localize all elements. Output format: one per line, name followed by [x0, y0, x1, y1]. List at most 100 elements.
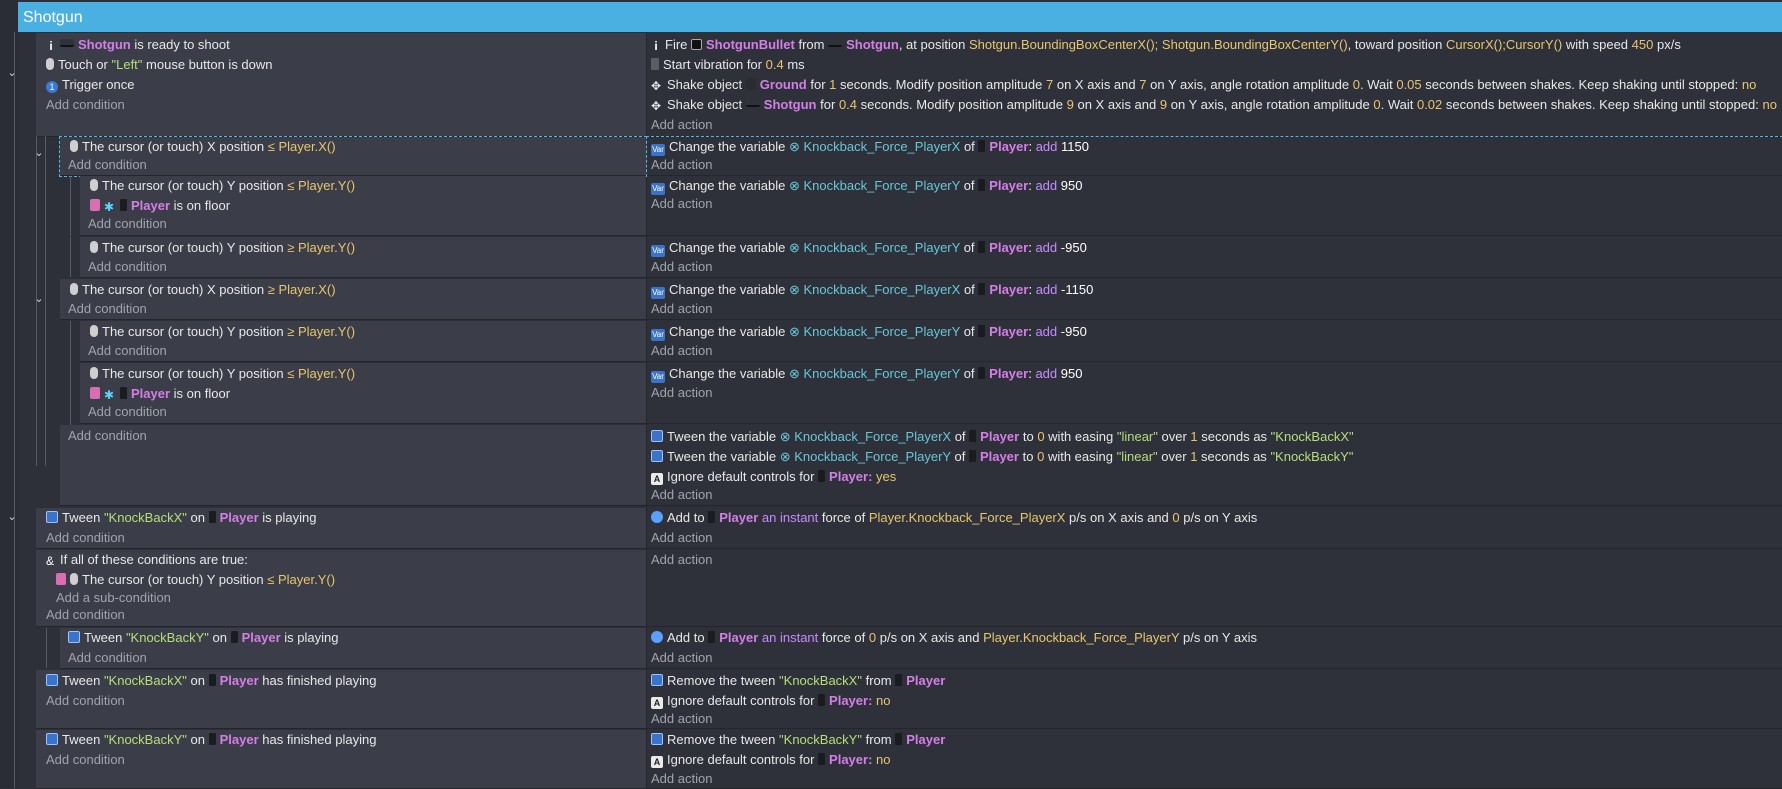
add-action[interactable]: Add action	[651, 648, 712, 668]
add-condition[interactable]: Add condition	[68, 426, 147, 446]
add-condition[interactable]: Add condition	[46, 95, 125, 115]
condition-cursor-y[interactable]: The cursor (or touch) Y position ≥ Playe…	[90, 238, 355, 258]
action-tween-y[interactable]: Tween the variable ⊗ Knockback_Force_Pla…	[651, 447, 1353, 467]
add-action[interactable]: Add action	[651, 194, 712, 214]
add-condition[interactable]: Add condition	[88, 341, 167, 361]
action-remove-tween[interactable]: Remove the tween "KnockBackY" from Playe…	[651, 730, 945, 750]
event-knockbackx-playing[interactable]: Tween "KnockBackX" on Player is playing …	[36, 508, 646, 549]
subevent-actions[interactable]: Var Change the variable ⊗ Knockback_Force…	[647, 237, 1782, 278]
condition-cursor-x[interactable]: The cursor (or touch) X position ≤ Playe…	[70, 137, 336, 157]
action-change-variable[interactable]: Var Change the variable ⊗ Knockback_Force…	[651, 137, 1089, 157]
collapse-icon[interactable]: ⌄	[5, 510, 19, 524]
condition-cursor-x[interactable]: The cursor (or touch) X position ≥ Playe…	[70, 280, 336, 300]
subevent-cursor-y-le[interactable]: The cursor (or touch) Y position ≤ Playe…	[80, 363, 646, 424]
add-action[interactable]: Add action	[651, 528, 712, 548]
add-action[interactable]: Add action	[651, 115, 712, 135]
collapse-icon[interactable]: ⌄	[32, 146, 46, 160]
event-knockbacky-finished[interactable]: Tween "KnockBackY" on Player has finishe…	[36, 730, 646, 789]
condition-tween-finished[interactable]: Tween "KnockBackY" on Player has finishe…	[46, 730, 376, 750]
subevent-actions[interactable]: Add to Player an instant force of 0 p/s …	[647, 628, 1782, 669]
group-header[interactable]: Shotgun	[18, 2, 1782, 32]
action-remove-tween[interactable]: Remove the tween "KnockBackX" from Playe…	[651, 671, 945, 691]
string-value: "KnockBackX"	[103, 510, 187, 525]
add-condition[interactable]: Add condition	[88, 214, 167, 234]
subevent-actions[interactable]: Var Change the variable ⊗ Knockback_Force…	[647, 279, 1782, 320]
subevent-actions[interactable]: Var Change the variable ⊗ Knockback_Force…	[647, 363, 1782, 424]
subevent-cursor-y-ge[interactable]: The cursor (or touch) Y position ≥ Playe…	[80, 237, 646, 278]
add-condition[interactable]: Add condition	[46, 691, 125, 711]
subevent-actions[interactable]: Var Change the variable ⊗ Knockback_Force…	[646, 136, 1782, 177]
condition-tween-finished[interactable]: Tween "KnockBackX" on Player has finishe…	[46, 671, 376, 691]
add-condition[interactable]: Add condition	[46, 750, 125, 770]
add-action[interactable]: Add action	[651, 769, 712, 789]
event-1-conditions[interactable]: i Shotgun is ready to shoot Touch or "Lef…	[36, 33, 646, 137]
string-value: "KnockBackY"	[125, 630, 209, 645]
subevent-actions[interactable]: Tween the variable ⊗ Knockback_Force_Pla…	[647, 425, 1782, 506]
condition-and[interactable]: & If all of these conditions are true:	[46, 550, 248, 570]
add-action[interactable]: Add action	[651, 299, 712, 319]
number-value: 7	[1139, 77, 1147, 92]
collapse-icon[interactable]: ⌄	[32, 292, 46, 306]
condition-cursor-y[interactable]: The cursor (or touch) Y position ≥ Playe…	[90, 322, 355, 342]
subevent-cursor-y-le[interactable]: The cursor (or touch) Y position ≤ Playe…	[80, 176, 646, 236]
condition-on-floor[interactable]: ✱ Player is on floor	[90, 196, 230, 216]
collapse-icon[interactable]: ⌄	[5, 66, 19, 80]
event-1-actions[interactable]: i Fire ShotgunBullet from Shotgun, at pos…	[647, 33, 1782, 137]
action-change-variable[interactable]: Var Change the variable ⊗ Knockback_Force…	[651, 176, 1082, 196]
subevent-cursor-y-ge[interactable]: The cursor (or touch) Y position ≥ Playe…	[80, 321, 646, 362]
and-icon: &	[46, 554, 55, 568]
action-ignore-controls[interactable]: A Ignore default controls for Player: yes	[651, 467, 896, 487]
add-action[interactable]: Add action	[651, 709, 712, 729]
action-change-variable[interactable]: Var Change the variable ⊗ Knockback_Force…	[651, 364, 1082, 384]
add-condition[interactable]: Add condition	[68, 648, 147, 668]
condition-trigger-once[interactable]: 1 Trigger once	[46, 75, 135, 95]
event-actions[interactable]: Add action	[647, 550, 1782, 627]
condition-on-floor[interactable]: ✱ Player is on floor	[90, 384, 230, 404]
action-ignore-controls[interactable]: A Ignore default controls for Player: no	[651, 691, 891, 711]
action-ignore-controls[interactable]: A Ignore default controls for Player: no	[651, 750, 891, 770]
action-vibration[interactable]: Start vibration for 0.4 ms	[651, 55, 805, 75]
add-action[interactable]: Add action	[651, 341, 712, 361]
subevent-actions[interactable]: Var Change the variable ⊗ Knockback_Force…	[647, 176, 1782, 236]
subevent-cursor-x-le[interactable]: The cursor (or touch) X position ≤ Playe…	[59, 136, 647, 177]
add-condition[interactable]: Add condition	[46, 528, 125, 548]
add-condition[interactable]: Add condition	[88, 402, 167, 422]
add-action[interactable]: Add action	[651, 485, 712, 505]
add-action[interactable]: Add action	[651, 257, 712, 277]
event-all-conditions[interactable]: & If all of these conditions are true: Th…	[36, 550, 646, 627]
event-knockbackx-finished[interactable]: Tween "KnockBackX" on Player has finishe…	[36, 670, 646, 729]
condition-tween-playing[interactable]: Tween "KnockBackX" on Player is playing	[46, 508, 316, 528]
action-tween-x[interactable]: Tween the variable ⊗ Knockback_Force_Pla…	[651, 427, 1354, 447]
action-change-variable[interactable]: Var Change the variable ⊗ Knockback_Force…	[651, 322, 1087, 342]
subevent-knockbacky-playing[interactable]: Tween "KnockBackY" on Player is playing …	[60, 628, 646, 669]
subevent-cursor-x-ge[interactable]: The cursor (or touch) X position ≥ Playe…	[60, 279, 646, 320]
add-condition[interactable]: Add condition	[46, 605, 125, 625]
add-action[interactable]: Add action	[651, 550, 712, 570]
action-shake-ground[interactable]: ✥ Shake object Ground for 1 seconds. Modi…	[651, 75, 1756, 95]
condition-tween-playing[interactable]: Tween "KnockBackY" on Player is playing	[68, 628, 338, 648]
condition-mouse-down[interactable]: Touch or "Left" mouse button is down	[46, 55, 273, 75]
subevent-actions[interactable]: Var Change the variable ⊗ Knockback_Force…	[647, 321, 1782, 362]
action-add-force-x[interactable]: Add to Player an instant force of Player…	[651, 508, 1257, 528]
expression: Player.Y()	[278, 572, 336, 587]
event-actions[interactable]: Add to Player an instant force of Player…	[647, 508, 1782, 549]
condition-cursor-y[interactable]: The cursor (or touch) Y position ≤ Playe…	[90, 176, 355, 196]
subevent-tween-knockback[interactable]: Add condition	[60, 425, 646, 506]
action-change-variable[interactable]: Var Change the variable ⊗ Knockback_Force…	[651, 238, 1087, 258]
add-action[interactable]: Add action	[651, 383, 712, 403]
action-change-variable[interactable]: Var Change the variable ⊗ Knockback_Force…	[651, 280, 1093, 300]
add-condition[interactable]: Add condition	[88, 257, 167, 277]
action-text: of	[963, 324, 975, 339]
add-condition[interactable]: Add condition	[68, 299, 147, 319]
action-add-force-y[interactable]: Add to Player an instant force of 0 p/s …	[651, 628, 1257, 648]
condition-cursor-y[interactable]: The cursor (or touch) Y position ≤ Playe…	[56, 570, 335, 590]
condition-ready-to-shoot[interactable]: i Shotgun is ready to shoot	[46, 35, 229, 55]
action-shake-shotgun[interactable]: ✥ Shake object Shotgun for 0.4 seconds. M…	[651, 95, 1777, 115]
action-fire[interactable]: i Fire ShotgunBullet from Shotgun, at pos…	[651, 35, 1681, 55]
event-actions[interactable]: Remove the tween "KnockBackY" from Playe…	[647, 730, 1782, 789]
condition-cursor-y[interactable]: The cursor (or touch) Y position ≤ Playe…	[90, 364, 355, 384]
event-actions[interactable]: Remove the tween "KnockBackX" from Playe…	[647, 670, 1782, 729]
add-action[interactable]: Add action	[651, 155, 712, 175]
add-condition[interactable]: Add condition	[68, 155, 147, 175]
condition-text: Tween	[62, 732, 101, 747]
